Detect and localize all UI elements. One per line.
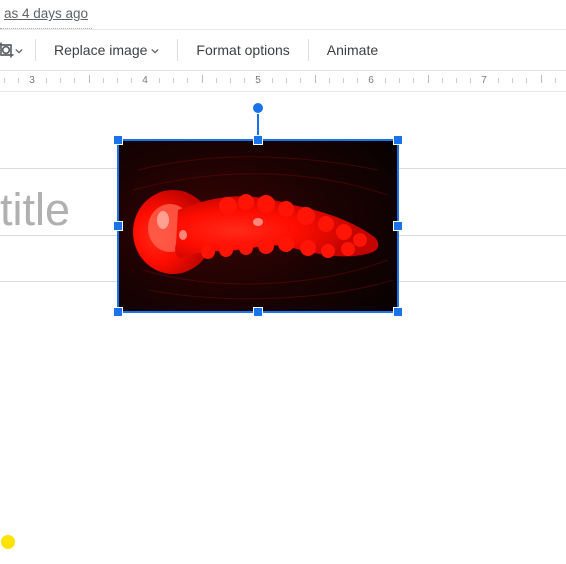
ruler-tick <box>357 78 358 83</box>
ruler-tick <box>159 78 160 83</box>
ruler-tick <box>498 78 499 83</box>
title-placeholder-text[interactable]: title <box>0 184 70 236</box>
ruler-tick <box>329 78 330 83</box>
mask-image-button[interactable] <box>0 35 29 65</box>
ruler-tick <box>526 78 527 83</box>
ruler-tick <box>4 78 5 83</box>
ruler-tick <box>399 78 400 83</box>
ruler-tick <box>300 78 301 83</box>
animate-label: Animate <box>327 42 378 58</box>
resize-handle-bottom-left[interactable] <box>113 307 123 317</box>
ruler-tick <box>74 78 75 83</box>
ruler-tick <box>442 78 443 83</box>
chevron-down-icon <box>151 42 159 58</box>
resize-handle-left[interactable] <box>113 221 123 231</box>
ruler-number: 7 <box>481 75 487 86</box>
ruler-tick <box>60 78 61 83</box>
format-options-button[interactable]: Format options <box>184 35 301 65</box>
selected-image[interactable] <box>118 140 398 312</box>
ruler-tick <box>230 78 231 83</box>
ruler-tick <box>244 78 245 83</box>
resize-handle-bottom-right[interactable] <box>393 307 403 317</box>
resize-handle-bottom[interactable] <box>253 307 263 317</box>
toolbar-separator <box>177 39 178 61</box>
replace-image-label: Replace image <box>54 42 147 58</box>
ruler-number: 5 <box>255 75 261 86</box>
last-edit-info[interactable]: as 4 days ago <box>0 0 92 29</box>
ruler-number: 4 <box>142 75 148 86</box>
chevron-down-icon <box>15 42 23 58</box>
image-toolbar: Replace image Format options Animate <box>0 29 566 71</box>
ruler-tick <box>456 78 457 83</box>
ruler-tick <box>103 78 104 83</box>
toolbar-separator <box>308 39 309 61</box>
speaker-notes-marker[interactable] <box>1 535 15 549</box>
ruler-number: 6 <box>368 75 374 86</box>
ruler-tick <box>117 78 118 83</box>
image-content[interactable] <box>118 140 398 312</box>
ruler-tick <box>541 75 542 83</box>
ruler-tick <box>343 78 344 83</box>
ruler-tick <box>89 75 90 83</box>
replace-image-button[interactable]: Replace image <box>42 35 171 65</box>
ruler-tick <box>46 78 47 83</box>
ruler-tick <box>18 78 19 83</box>
rotation-handle[interactable] <box>252 102 264 114</box>
ruler-tick <box>173 78 174 83</box>
slide-canvas[interactable]: title <box>0 92 566 564</box>
ruler-tick <box>315 75 316 83</box>
toolbar-separator <box>35 39 36 61</box>
ruler-number: 3 <box>29 75 35 86</box>
ruler-tick <box>470 78 471 83</box>
animate-button[interactable]: Animate <box>315 35 390 65</box>
resize-handle-top-left[interactable] <box>113 135 123 145</box>
ruler-tick <box>385 78 386 83</box>
ruler-tick <box>272 78 273 83</box>
ruler-tick <box>413 78 414 83</box>
ruler-tick <box>187 78 188 83</box>
resize-handle-right[interactable] <box>393 221 403 231</box>
ruler-tick <box>512 78 513 83</box>
horizontal-ruler[interactable]: 3 4 5 6 7 [] <box>0 71 566 92</box>
last-edit-link[interactable]: as 4 days ago <box>4 6 88 21</box>
ruler-tick <box>131 78 132 83</box>
resize-handle-top[interactable] <box>253 135 263 145</box>
ruler-tick <box>555 78 556 83</box>
resize-handle-top-right[interactable] <box>393 135 403 145</box>
format-options-label: Format options <box>196 42 289 58</box>
ruler-tick <box>286 78 287 83</box>
ruler-tick <box>216 78 217 83</box>
jellyfish-icon <box>118 140 398 312</box>
ruler-tick <box>202 75 203 83</box>
ruler-tick <box>428 75 429 83</box>
